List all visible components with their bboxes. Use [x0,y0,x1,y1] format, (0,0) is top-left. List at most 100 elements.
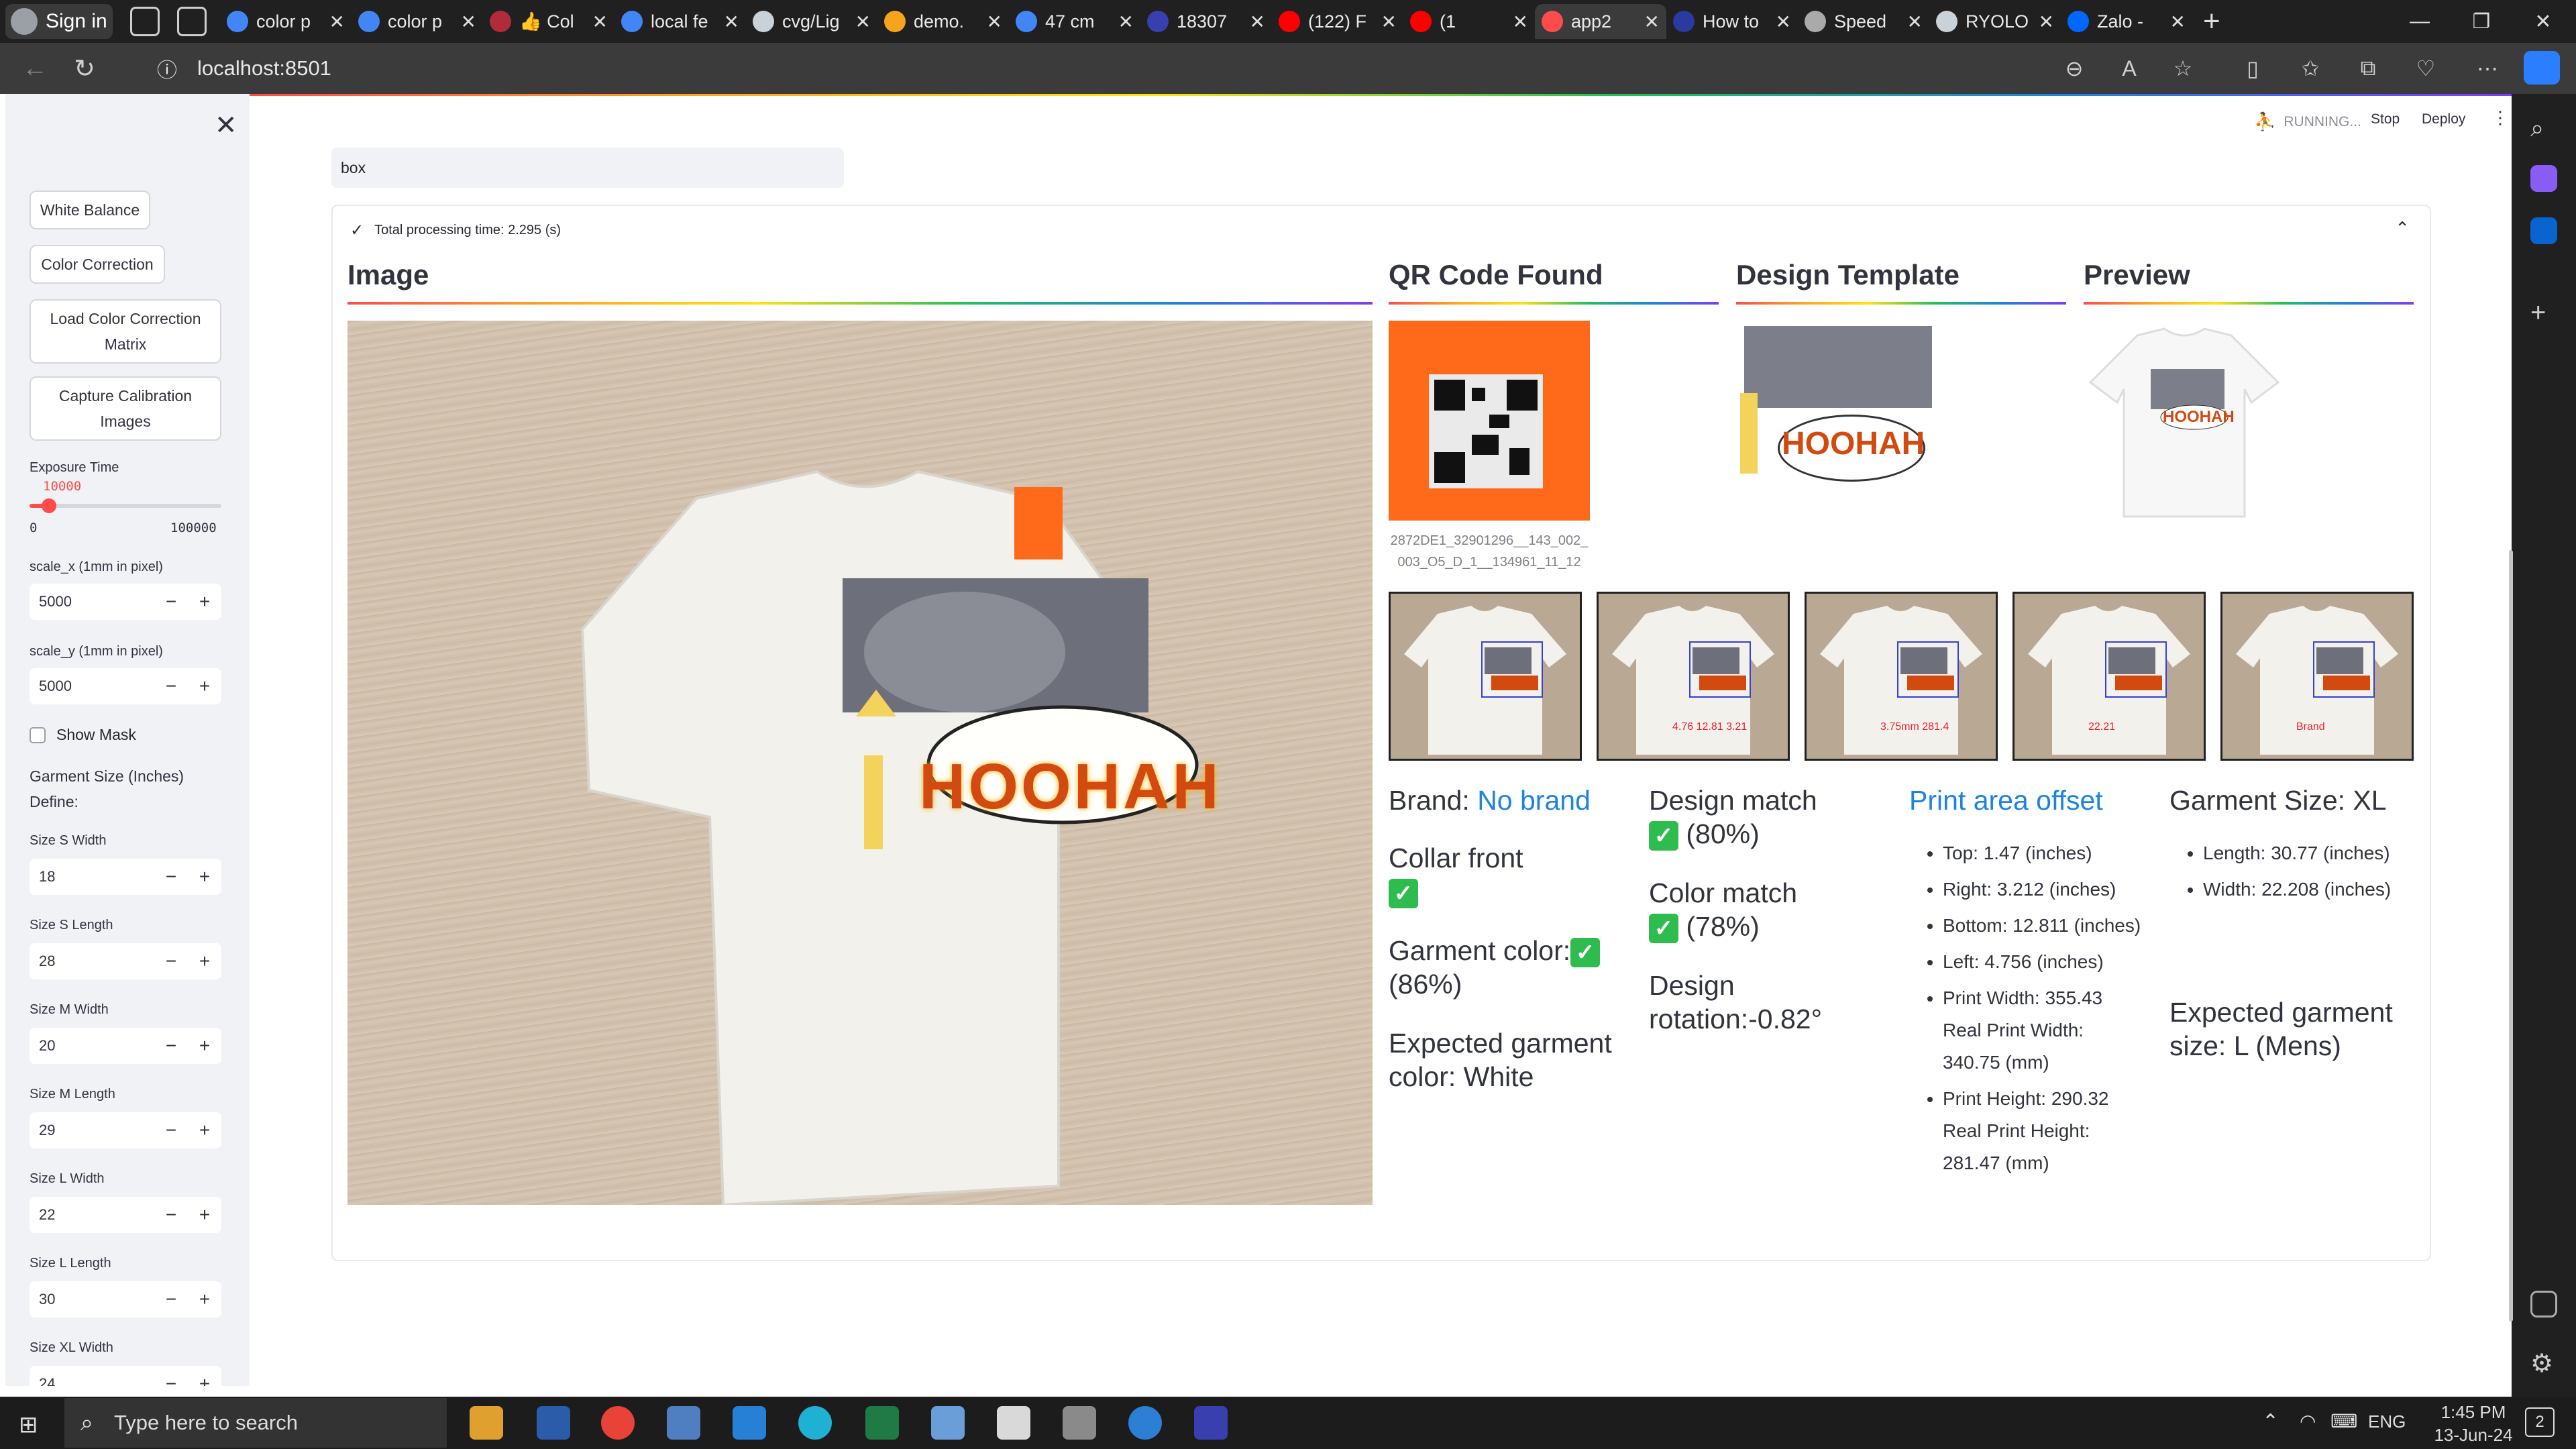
browser-tab[interactable]: (1 ✕ [1403,4,1535,39]
mail-icon[interactable] [1128,1406,1162,1440]
notepad-icon[interactable] [931,1406,965,1440]
browser-tab[interactable]: How to ✕ [1666,4,1798,39]
close-tab-icon[interactable]: ✕ [329,11,345,33]
favorite-star-icon[interactable]: ☆ [2164,50,2202,87]
scale-y-value[interactable]: 5000 [30,678,154,695]
back-icon[interactable]: ← [15,48,55,89]
decrement-icon[interactable]: − [154,1373,188,1386]
store-icon[interactable] [537,1406,570,1440]
color-correction-button[interactable]: Color Correction [30,245,165,284]
browser-tab[interactable]: app2 ✕ [1535,4,1666,39]
search-input[interactable]: box [331,148,844,188]
extensions-icon[interactable]: ♡ [2407,50,2445,87]
excel-icon[interactable] [865,1406,899,1440]
browser-tab[interactable]: color p ✕ [220,4,352,39]
browser-tab[interactable]: 18307 ✕ [1140,4,1272,39]
favorites-icon[interactable]: ✩ [2292,50,2329,87]
main-menu-icon[interactable]: ⋮ [2491,107,2509,128]
size-input[interactable]: 20− + [30,1028,221,1064]
settings-gear-icon[interactable]: ⚙ [2530,1348,2557,1378]
screenshot-icon[interactable] [2530,1291,2557,1318]
collapse-chevron-icon[interactable]: ⌃ [2395,218,2410,239]
increment-icon[interactable]: + [188,1289,221,1310]
load-color-matrix-button[interactable]: Load Color Correction Matrix [30,299,221,364]
windows-start-icon[interactable]: ⊞ [19,1411,38,1438]
close-tab-icon[interactable]: ✕ [1250,11,1265,33]
outlook-icon[interactable] [2530,217,2557,244]
exposure-slider-thumb[interactable] [41,498,56,513]
copilot-sidebar-icon[interactable] [2530,165,2557,192]
url-bar[interactable]: ⓘ localhost:8501 [144,48,2062,89]
increment-icon[interactable]: + [188,866,221,888]
stop-button[interactable]: Stop [2371,111,2400,127]
capture-calibration-button[interactable]: Capture Calibration Images [30,376,221,441]
increment-icon[interactable]: + [188,1035,221,1057]
terminal-icon[interactable] [1194,1406,1228,1440]
size-value[interactable]: 24 [30,1375,154,1386]
zoom-icon[interactable]: ⊖ [2055,50,2093,87]
size-value[interactable]: 28 [30,953,154,970]
new-tab-icon[interactable]: + [2203,5,2220,38]
close-tab-icon[interactable]: ✕ [2170,11,2186,33]
refresh-icon[interactable]: ↻ [64,48,105,89]
browser-tab[interactable]: Zalo - ✕ [2061,4,2192,39]
browser-tab[interactable]: Speed ✕ [1798,4,1929,39]
collections-icon[interactable]: ⧉ [2349,50,2387,87]
decrement-icon[interactable]: − [154,1289,188,1310]
close-window-icon[interactable]: ✕ [2506,0,2576,43]
file-explorer-icon[interactable] [470,1406,503,1440]
increment-icon[interactable]: + [188,591,221,612]
read-aloud-icon[interactable]: A [2110,50,2148,87]
close-tab-icon[interactable]: ✕ [1381,11,1397,33]
decrement-icon[interactable]: − [154,866,188,888]
increment-icon[interactable]: + [188,1204,221,1226]
decrement-icon[interactable]: − [154,676,188,697]
size-value[interactable]: 20 [30,1037,154,1055]
browser-tab[interactable]: local fe ✕ [614,4,746,39]
language-indicator[interactable]: ENG [2368,1411,2406,1432]
taskbar-search[interactable]: ⌕ Type here to search [64,1398,447,1448]
checkbox-icon[interactable] [30,727,46,743]
size-input[interactable]: 29− + [30,1112,221,1148]
notification-icon[interactable]: 2 [2525,1407,2555,1437]
close-tab-icon[interactable]: ✕ [1907,11,1923,33]
browser-tab[interactable]: RYOLO ✕ [1929,4,2061,39]
close-tab-icon[interactable]: ✕ [461,11,476,33]
vscode-icon[interactable] [733,1406,766,1440]
clock[interactable]: 1:45 PM 13-Jun-24 [2430,1401,2517,1446]
close-tab-icon[interactable]: ✕ [1118,11,1134,33]
deploy-button[interactable]: Deploy [2422,111,2465,127]
decrement-icon[interactable]: − [154,591,188,612]
decrement-icon[interactable]: − [154,1204,188,1226]
signin-button[interactable]: Sign in [5,4,113,39]
close-tab-icon[interactable]: ✕ [592,11,608,33]
app-icon[interactable] [667,1406,700,1440]
close-tab-icon[interactable]: ✕ [855,11,871,33]
page-scrollbar[interactable] [2509,550,2513,1322]
close-tab-icon[interactable]: ✕ [1644,11,1660,33]
close-tab-icon[interactable]: ✕ [987,11,1002,33]
decrement-icon[interactable]: − [154,1035,188,1057]
exposure-slider-track[interactable] [30,498,221,513]
more-menu-icon[interactable]: ⋯ [2469,50,2506,87]
show-mask-checkbox[interactable]: Show Mask [30,726,136,744]
close-sidebar-icon[interactable]: ✕ [215,110,237,141]
scale-x-input[interactable]: 5000− + [30,584,221,620]
chevron-up-icon[interactable]: ⌃ [2262,1410,2279,1434]
close-tab-icon[interactable]: ✕ [2039,11,2054,33]
chrome-icon[interactable] [601,1406,635,1440]
size-input[interactable]: 30− + [30,1281,221,1318]
wifi-icon[interactable]: ◠ [2300,1410,2316,1432]
edge-icon[interactable] [798,1406,832,1440]
scale-y-input[interactable]: 5000− + [30,668,221,704]
size-input[interactable]: 18− + [30,859,221,895]
close-tab-icon[interactable]: ✕ [1776,11,1791,33]
size-input[interactable]: 22− + [30,1197,221,1233]
browser-tab[interactable]: 👍 Col ✕ [483,4,614,39]
add-icon[interactable]: + [2530,298,2557,327]
size-input[interactable]: 28− + [30,943,221,979]
white-balance-button[interactable]: White Balance [30,191,150,229]
browser-tab[interactable]: cvg/Lig ✕ [746,4,877,39]
size-value[interactable]: 18 [30,868,154,885]
browser-tab[interactable]: 47 cm ✕ [1009,4,1140,39]
